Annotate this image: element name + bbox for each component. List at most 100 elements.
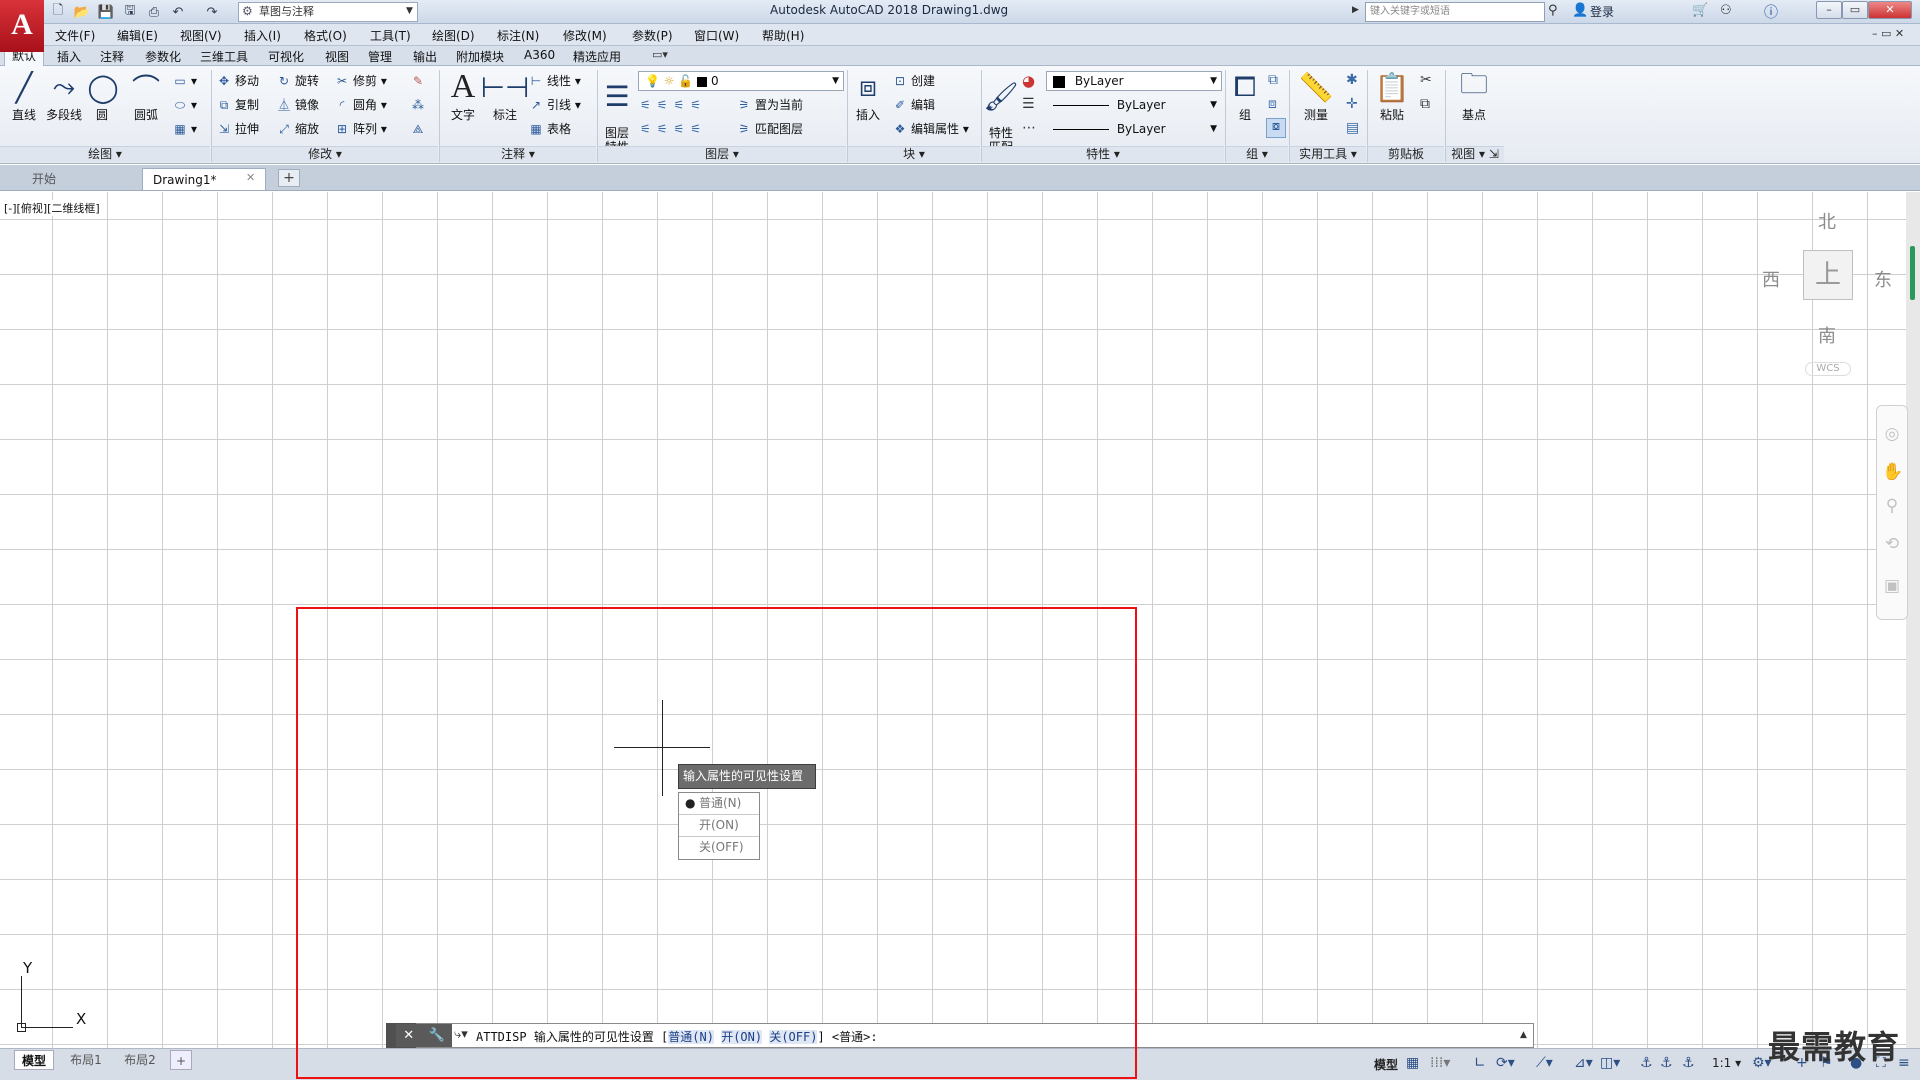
cut-icon[interactable]: ✂ xyxy=(1420,72,1432,88)
viewcube-north[interactable]: 北 xyxy=(1818,208,1836,234)
close-button[interactable]: ✕ xyxy=(1868,1,1912,19)
insert-block-tool[interactable]: ⧈ 插入 xyxy=(850,70,886,123)
color-select[interactable]: ByLayer ▼ xyxy=(1046,71,1222,91)
lineweight-select[interactable]: ByLayer ▼ xyxy=(1046,119,1222,139)
offset-tool[interactable]: ⟁ xyxy=(410,120,429,138)
osnap-tracking-icon[interactable]: ⟋▾ xyxy=(1536,1055,1553,1071)
layer-tools-row1[interactable]: ⚟⚟⚟⚟ xyxy=(640,96,707,114)
scale-value[interactable]: 1:1 ▾ xyxy=(1712,1056,1741,1070)
print-icon[interactable]: ⎙ xyxy=(144,2,164,22)
panel-properties-label[interactable]: 特性 ▾ xyxy=(982,146,1224,162)
panel-groups-label[interactable]: 组 ▾ xyxy=(1226,146,1288,162)
line-tool[interactable]: ╱ 直线 xyxy=(4,70,44,123)
scrollbar-thumb[interactable] xyxy=(1910,246,1915,300)
redo-icon[interactable]: ↷ xyxy=(202,2,222,22)
trim-tool[interactable]: ✂ 修剪 ▾ xyxy=(334,72,387,90)
dimension-tool[interactable]: ⊢⊣ 标注 xyxy=(481,70,530,123)
command-history-icon[interactable]: ▲ xyxy=(1520,1030,1527,1040)
search-input[interactable]: 键入关键字或短语 xyxy=(1365,2,1545,22)
tab-visualize[interactable]: 可视化 xyxy=(268,48,304,65)
move-tool[interactable]: ✥ 移动 xyxy=(216,72,259,90)
close-tab-icon[interactable]: ✕ xyxy=(246,171,255,184)
ellipse-icon[interactable]: ⬭ ▾ xyxy=(172,96,197,114)
menu-modify[interactable]: 修改(M) xyxy=(563,27,607,44)
tab-insert[interactable]: 插入 xyxy=(57,48,81,65)
tab-3d-tools[interactable]: 三维工具 xyxy=(200,48,248,65)
open-file-icon[interactable]: 📂 xyxy=(72,2,92,22)
option-off[interactable]: 关(OFF) xyxy=(679,837,759,859)
group-select-icon[interactable]: ⧇ xyxy=(1266,118,1286,138)
explode-tool[interactable]: ⁂ xyxy=(410,96,429,114)
layout-tab-model[interactable]: 模型 xyxy=(14,1050,54,1070)
layer-properties-tool[interactable]: ☰ 图层 特性 xyxy=(600,70,634,155)
orbit-icon[interactable]: ⟲ xyxy=(1882,534,1902,554)
create-block-tool[interactable]: ⊡ 创建 xyxy=(892,72,935,90)
showmotion-icon[interactable]: ▣ xyxy=(1882,576,1902,596)
calculator-icon[interactable]: ▤ xyxy=(1346,120,1359,136)
ungroup-icon[interactable]: ⧉ xyxy=(1268,72,1278,88)
menu-tools[interactable]: 工具(T) xyxy=(370,27,411,44)
edit-attribute-tool[interactable]: ❖ 编辑属性 ▾ xyxy=(892,120,969,138)
color-wheel-icon[interactable]: ◕ xyxy=(1022,72,1035,90)
tab-start[interactable]: 开始 xyxy=(22,168,140,190)
measure-tool[interactable]: 📏 测量 xyxy=(1294,70,1338,123)
tab-manage[interactable]: 管理 xyxy=(368,48,392,65)
stretch-tool[interactable]: ⇲ 拉伸 xyxy=(216,120,259,138)
panel-annotation-label[interactable]: 注释 ▾ xyxy=(440,146,596,162)
match-properties-tool[interactable]: 🖌 特性 匹配 xyxy=(983,70,1019,155)
new-file-icon[interactable]: 🗋 xyxy=(48,2,68,22)
leader-tool[interactable]: ↗ 引线 ▾ xyxy=(528,96,581,114)
app-menu-button[interactable]: A xyxy=(0,0,44,52)
panel-layers-label[interactable]: 图层 ▾ xyxy=(598,146,846,162)
viewcube-east[interactable]: 东 xyxy=(1874,266,1892,292)
search-expand-icon[interactable]: ▶ xyxy=(1352,5,1359,15)
paste-tool[interactable]: 📋 粘贴 xyxy=(1372,70,1412,123)
close-icon[interactable]: ✕ xyxy=(403,1028,414,1043)
menu-draw[interactable]: 绘图(D) xyxy=(432,27,475,44)
option-normal[interactable]: ● 普通(N) xyxy=(679,793,759,815)
copy-tool[interactable]: ⧉ 复制 xyxy=(216,96,259,114)
drawing-canvas[interactable] xyxy=(0,192,1920,1048)
cmd-option-on[interactable]: 开(ON) xyxy=(721,1030,763,1044)
circle-tool[interactable]: ◯ 圆 xyxy=(86,70,118,123)
workspace-select[interactable]: 草图与注释 xyxy=(238,2,418,22)
binoculars-icon[interactable]: ⚲ xyxy=(1548,3,1558,18)
viewcube-west[interactable]: 西 xyxy=(1762,266,1780,292)
copy-clip-icon[interactable]: ⧉ xyxy=(1420,96,1430,112)
annotation-visibility-icon[interactable]: ⚓ xyxy=(1640,1055,1653,1071)
viewcube-top[interactable]: 上 xyxy=(1803,250,1853,300)
rectangle-icon[interactable]: ▭ ▾ xyxy=(172,72,197,90)
match-layer-tool[interactable]: ⚞ 匹配图层 xyxy=(736,120,803,138)
edit-block-tool[interactable]: ✐ 编辑 xyxy=(892,96,935,114)
fillet-tool[interactable]: ◜ 圆角 ▾ xyxy=(334,96,387,114)
layer-tools-row2[interactable]: ⚟⚟⚟⚟ xyxy=(640,120,707,138)
panel-utilities-label[interactable]: 实用工具 ▾ xyxy=(1290,146,1366,162)
a360-icon[interactable]: ⚇ xyxy=(1720,3,1732,18)
tab-view[interactable]: 视图 xyxy=(325,48,349,65)
array-tool[interactable]: ⊞ 阵列 ▾ xyxy=(334,120,387,138)
arc-tool[interactable]: ⌒ 圆弧 xyxy=(126,70,166,123)
command-prompt-icon[interactable]: ⤷▾ xyxy=(454,1027,468,1042)
pan-icon[interactable]: ✋ xyxy=(1882,462,1903,482)
undo-icon[interactable]: ↶ xyxy=(168,2,188,22)
new-tab-button[interactable]: + xyxy=(278,169,300,187)
minimize-button[interactable]: – xyxy=(1816,1,1842,19)
point-icon[interactable]: ✛ xyxy=(1346,96,1358,112)
menu-insert[interactable]: 插入(I) xyxy=(244,27,281,44)
tab-parametric[interactable]: 参数化 xyxy=(145,48,181,65)
group-tool[interactable]: ⧠ 组 xyxy=(1228,70,1262,123)
steering-wheel-icon[interactable]: ◎ xyxy=(1882,424,1902,444)
save-as-icon[interactable]: 🖫 xyxy=(120,2,140,22)
layout-tab-2[interactable]: 布局2 xyxy=(118,1050,162,1070)
panel-modify-label[interactable]: 修改 ▾ xyxy=(212,146,438,162)
lineweight-icon[interactable]: ☰ xyxy=(1022,96,1035,112)
grid-icon[interactable]: ▦ xyxy=(1406,1055,1419,1071)
base-point-tool[interactable]: 🗀 基点 xyxy=(1454,67,1494,123)
tab-output[interactable]: 输出 xyxy=(413,48,437,65)
menu-dimension[interactable]: 标注(N) xyxy=(497,27,539,44)
text-tool[interactable]: A 文字 xyxy=(444,68,482,123)
add-layout-button[interactable]: + xyxy=(170,1050,192,1070)
make-current-tool[interactable]: ⚞ 置为当前 xyxy=(736,96,803,114)
osnap-icon[interactable]: ⊿▾ xyxy=(1574,1055,1593,1071)
ortho-icon[interactable]: ∟ xyxy=(1474,1055,1486,1071)
